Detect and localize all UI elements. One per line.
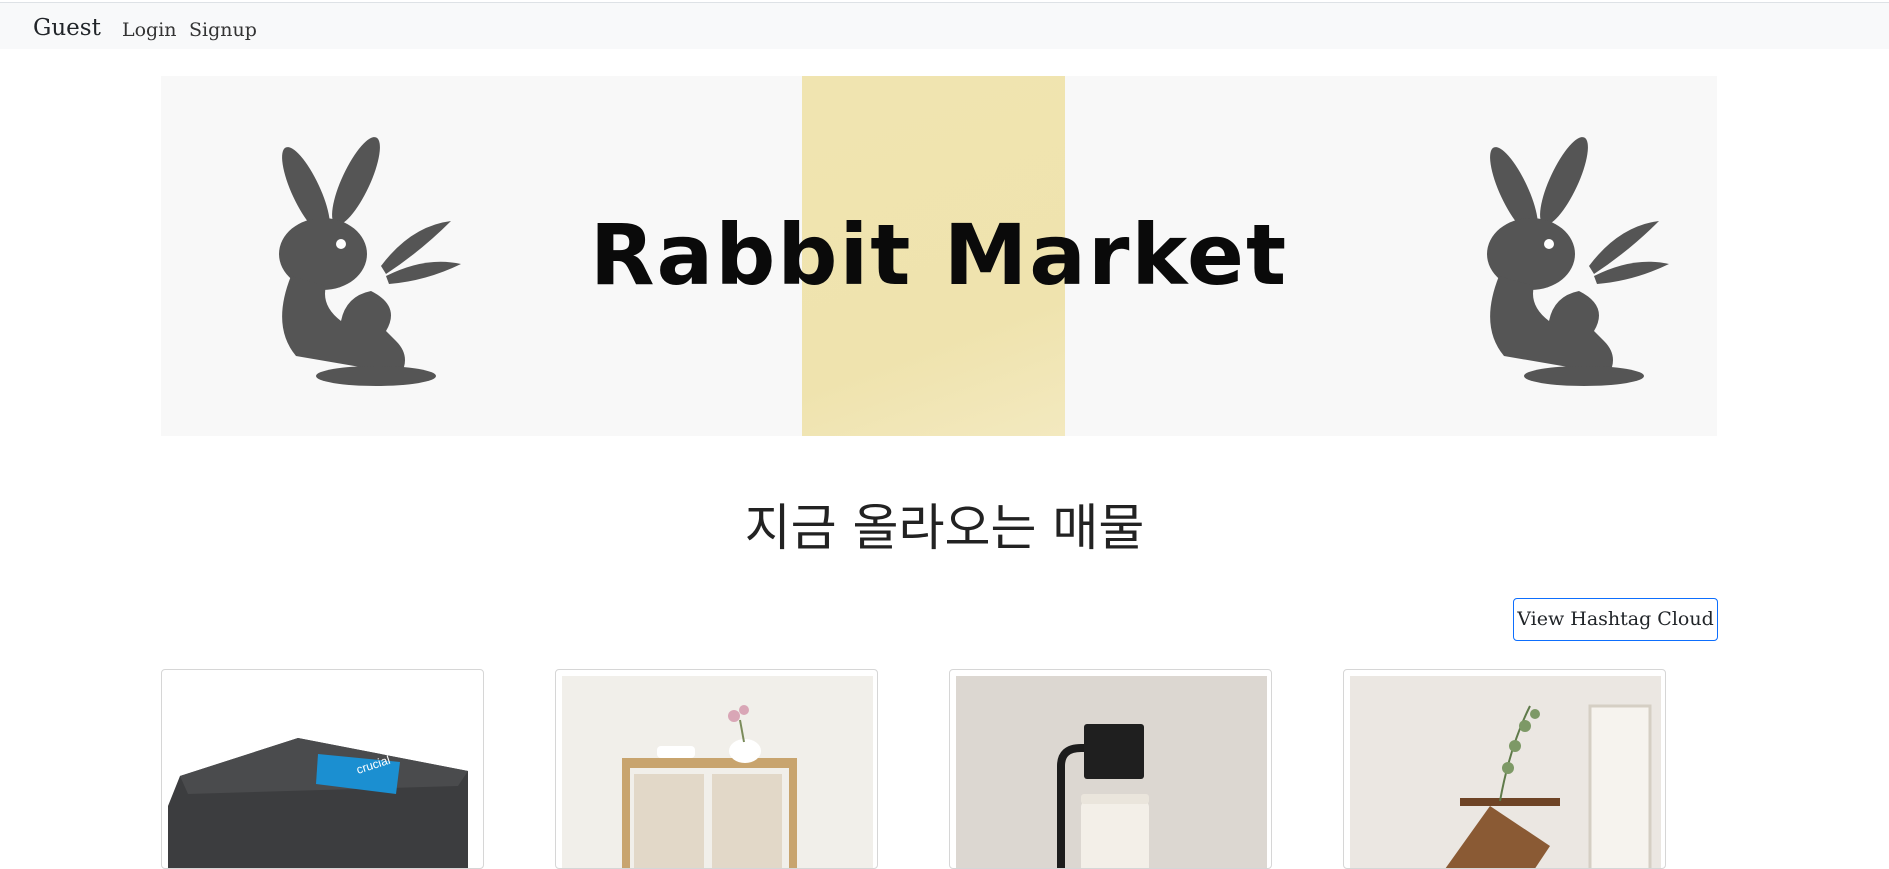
product-image[interactable] bbox=[1350, 676, 1661, 868]
login-link[interactable]: Login bbox=[122, 19, 177, 41]
top-navbar: Guest Login Signup bbox=[0, 2, 1889, 49]
product-image[interactable] bbox=[562, 676, 873, 868]
product-card[interactable] bbox=[555, 669, 878, 869]
product-card[interactable] bbox=[1343, 669, 1666, 869]
banner-title: Rabbit Market bbox=[589, 206, 1289, 304]
rabbit-market-banner: Rabbit Market bbox=[161, 76, 1717, 436]
signup-link[interactable]: Signup bbox=[189, 19, 257, 41]
page-heading: 지금 올라오는 매물 bbox=[744, 499, 1145, 557]
view-hashtag-cloud-button[interactable]: View Hashtag Cloud bbox=[1513, 598, 1718, 641]
product-card[interactable] bbox=[949, 669, 1272, 869]
navbar-brand[interactable]: Guest bbox=[33, 15, 101, 41]
product-image[interactable]: crucial bbox=[168, 676, 479, 868]
product-card[interactable]: crucial bbox=[161, 669, 484, 869]
product-image[interactable] bbox=[956, 676, 1267, 868]
